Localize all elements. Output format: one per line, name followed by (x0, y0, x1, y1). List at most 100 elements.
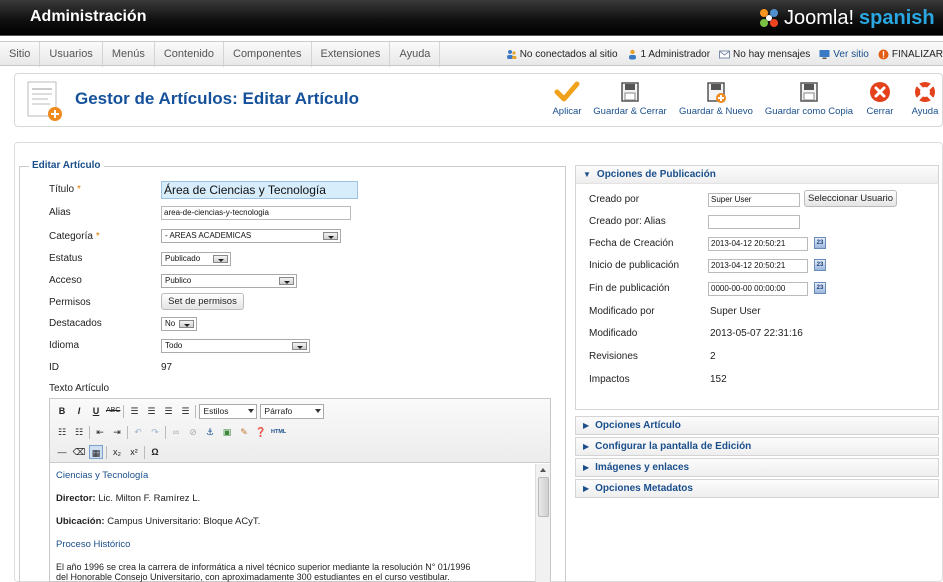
menu-componentes[interactable]: Componentes (224, 42, 312, 67)
logout-link[interactable]: FINALIZAR (878, 49, 943, 60)
cleanup-icon[interactable]: ✎ (237, 425, 251, 439)
alias-input[interactable]: area-de-ciencias-y-tecnologia (161, 206, 351, 220)
joomla-logo[interactable]: Joomla! spanish (758, 5, 935, 31)
edit-screen-header[interactable]: ▶ Configurar la pantalla de Edición (575, 437, 939, 456)
logout-label: FINALIZAR (891, 49, 943, 60)
editor-paragraph: El año 1996 se crea la carrera de inform… (56, 562, 529, 582)
status-messages[interactable]: No hay mensajes (719, 49, 810, 60)
apply-button[interactable]: Aplicar (545, 80, 589, 117)
unlink-icon[interactable]: ⊘ (186, 425, 200, 439)
apply-label: Aplicar (552, 106, 582, 117)
bullet-list-icon[interactable]: ☷ (55, 425, 69, 439)
permissions-label: Permisos (49, 297, 91, 308)
special-char-icon[interactable]: Ω (148, 445, 162, 459)
category-select[interactable]: - AREAS ACADEMICAS (161, 229, 341, 243)
align-left-icon[interactable]: ☰ (127, 404, 141, 418)
title-input[interactable]: Área de Ciencias y Tecnología (161, 181, 358, 199)
menu-usuarios[interactable]: Usuarios (40, 42, 103, 67)
created-alias-input[interactable] (708, 215, 800, 229)
save-copy-icon (800, 82, 818, 102)
view-site-link[interactable]: Ver sitio (819, 49, 869, 60)
required-marker: * (95, 231, 100, 242)
dropdown-arrow-icon (323, 232, 338, 240)
menu-extensiones[interactable]: Extensiones (312, 42, 391, 67)
images-links-title: Imágenes y enlaces (595, 462, 690, 473)
featured-label: Destacados (49, 318, 102, 329)
scroll-thumb[interactable] (538, 477, 549, 517)
admin-menubar: Sitio Usuarios Menús Contenido Component… (0, 41, 943, 67)
toolbar-divider (106, 445, 107, 459)
menu-menus[interactable]: Menús (103, 42, 155, 67)
save-new-button[interactable]: Guardar & Nuevo (676, 80, 756, 117)
anchor-icon[interactable]: ⚓ (203, 425, 217, 439)
menu-ayuda[interactable]: Ayuda (390, 42, 441, 67)
title-label: Título * (49, 184, 81, 195)
article-text-label: Texto Artículo (49, 383, 110, 394)
eraser-icon[interactable]: ⌫ (72, 445, 86, 459)
underline-button[interactable]: U (89, 404, 103, 418)
editor-toolbar-row-3: — ⌫ ▦ x₂ x² Ω (55, 443, 165, 461)
publish-down-input[interactable]: 0000-00-00 00:00:00 (708, 282, 808, 296)
html-source-button[interactable]: HTML (271, 425, 286, 439)
featured-select[interactable]: No (161, 317, 197, 331)
dropdown-arrow-icon (179, 320, 194, 328)
styles-select[interactable]: Estilos (199, 403, 258, 419)
format-select[interactable]: Párrafo (260, 403, 325, 419)
image-icon[interactable]: ▣ (220, 425, 234, 439)
help-circle-icon[interactable]: ❓ (254, 425, 268, 439)
save-copy-button[interactable]: Guardar como Copia (762, 80, 856, 117)
chevron-down-icon (248, 408, 255, 413)
close-button[interactable]: Cerrar (861, 80, 899, 117)
director-label: Director: (56, 493, 96, 504)
outdent-icon[interactable]: ⇤ (93, 425, 107, 439)
save-copy-label: Guardar como Copia (764, 106, 854, 117)
article-edit-icon (27, 81, 62, 121)
strikethrough-button[interactable]: ABC (106, 404, 120, 418)
align-center-icon[interactable]: ☰ (144, 404, 158, 418)
metadata-header[interactable]: ▶ Opciones Metadatos (575, 479, 939, 498)
table-icon[interactable]: ▦ (89, 445, 103, 459)
undo-icon[interactable]: ↶ (131, 425, 145, 439)
save-close-button[interactable]: Guardar & Cerrar (590, 80, 670, 117)
calendar-icon[interactable]: 23 (814, 259, 826, 271)
link-icon[interactable]: ∞ (169, 425, 183, 439)
align-justify-icon[interactable]: ☰ (178, 404, 192, 418)
help-button[interactable]: Ayuda (908, 80, 942, 117)
subscript-icon[interactable]: x₂ (110, 445, 124, 459)
redo-icon[interactable]: ↷ (148, 425, 162, 439)
collapsed-triangle-icon: ▶ (583, 442, 590, 451)
superscript-icon[interactable]: x² (127, 445, 141, 459)
indent-icon[interactable]: ⇥ (110, 425, 124, 439)
history-line-1: El año 1996 se crea la carrera de inform… (56, 562, 471, 572)
numbered-list-icon[interactable]: ☷ (72, 425, 86, 439)
created-date-input[interactable]: 2013-04-12 20:50:21 (708, 237, 808, 251)
scroll-up-icon (540, 468, 546, 472)
publishing-options-header[interactable]: ▼ Opciones de Publicación (575, 165, 939, 184)
editor-content[interactable]: Ciencias y Tecnología Director: Lic. Mil… (50, 464, 535, 582)
permissions-button[interactable]: Set de permisos (161, 293, 244, 310)
dropdown-arrow-icon (292, 342, 307, 350)
align-right-icon[interactable]: ☰ (161, 404, 175, 418)
article-options-header[interactable]: ▶ Opciones Artículo (575, 416, 939, 435)
created-by-input[interactable]: Super User (708, 193, 800, 207)
calendar-icon[interactable]: 23 (814, 282, 826, 294)
id-label: ID (49, 362, 59, 373)
bold-button[interactable]: B (55, 404, 69, 418)
menu-sitio[interactable]: Sitio (0, 42, 41, 67)
access-select[interactable]: Publico (161, 274, 297, 288)
status-messages-label: No hay mensajes (733, 49, 811, 60)
italic-button[interactable]: I (72, 404, 86, 418)
calendar-icon[interactable]: 23 (814, 237, 826, 249)
editor-scrollbar[interactable] (535, 464, 550, 582)
images-links-header[interactable]: ▶ Imágenes y enlaces (575, 458, 939, 477)
modified-by-value: Super User (710, 306, 761, 317)
status-select[interactable]: Publicado (161, 252, 231, 266)
admin-user-icon (628, 49, 636, 60)
language-select[interactable]: Todo (161, 339, 310, 353)
select-user-button[interactable]: Seleccionar Usuario (804, 190, 897, 207)
horizontal-rule-icon[interactable]: — (55, 445, 69, 459)
publish-up-input[interactable]: 2013-04-12 20:50:21 (708, 259, 808, 273)
publish-up-label: Inicio de publicación (589, 260, 680, 271)
menu-contenido[interactable]: Contenido (155, 42, 224, 67)
admin-title: Administración (30, 8, 147, 25)
